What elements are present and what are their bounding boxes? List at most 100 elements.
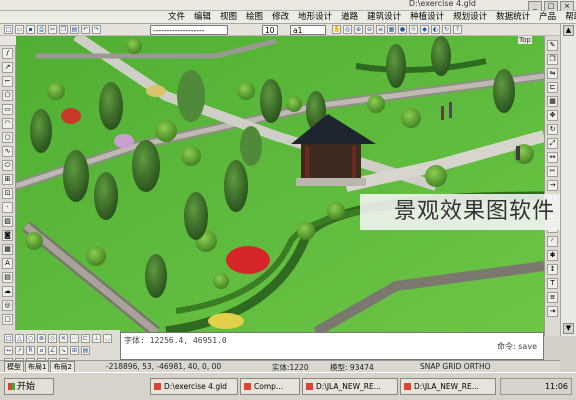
redo-icon[interactable]: ↷ xyxy=(92,25,101,34)
donut-icon[interactable]: ◎ xyxy=(2,300,13,311)
cut-icon[interactable]: ✂ xyxy=(48,25,57,34)
taskbar-item-exercise[interactable]: D:\exercise 4.gld xyxy=(150,378,238,395)
point-icon[interactable]: · xyxy=(2,202,13,213)
menu-modify[interactable]: 修改 xyxy=(272,11,289,24)
text-icon[interactable]: A xyxy=(2,258,13,269)
menu-road[interactable]: 道路 xyxy=(341,11,358,24)
copy-icon[interactable]: ❐ xyxy=(59,25,68,34)
menu-file[interactable]: 文件 xyxy=(168,11,185,24)
extend-icon[interactable]: → xyxy=(547,180,558,191)
pan-icon[interactable]: ✋ xyxy=(332,25,341,34)
snap-node-icon[interactable]: ⊗ xyxy=(37,334,46,343)
wipeout-icon[interactable]: ▢ xyxy=(2,314,13,325)
stretch-icon[interactable]: ↔ xyxy=(547,152,558,163)
vertical-scrollbar[interactable]: ▲ ▼ xyxy=(560,24,576,336)
menu-edit[interactable]: 编辑 xyxy=(194,11,211,24)
color-select[interactable]: 10 xyxy=(262,25,278,35)
menu-products[interactable]: 产品 xyxy=(539,11,556,24)
fillet-icon[interactable]: ◜ xyxy=(547,236,558,247)
rectangle-icon[interactable]: ▭ xyxy=(2,104,13,115)
dim-aligned-icon[interactable]: ↗ xyxy=(15,346,24,355)
drawing-viewport[interactable] xyxy=(16,36,544,332)
zoom-previous-icon[interactable]: ⊖ xyxy=(365,25,374,34)
menu-statistics[interactable]: 数据统计 xyxy=(496,11,530,24)
drafting-toggles[interactable]: SNAP GRID ORTHO xyxy=(420,362,491,371)
arc-icon[interactable]: ◠ xyxy=(2,118,13,129)
revision-cloud-icon[interactable]: ☁ xyxy=(2,286,13,297)
scroll-down-icon[interactable]: ▼ xyxy=(563,323,574,334)
dim-radius-icon[interactable]: R xyxy=(26,346,35,355)
line-icon[interactable]: / xyxy=(2,48,13,59)
erase-icon[interactable]: ✎ xyxy=(547,40,558,51)
render-icon[interactable]: ● xyxy=(398,25,407,34)
open-file-icon[interactable]: ▭ xyxy=(15,25,24,34)
text-edit-icon[interactable]: T xyxy=(547,278,558,289)
taskbar-item-jla-1[interactable]: D:\JLA_NEW_RE... xyxy=(302,378,398,395)
command-window[interactable]: 字体: 12256.4, 46951.0 命令: save xyxy=(120,332,544,360)
tolerance-icon[interactable]: ⊞ xyxy=(70,346,79,355)
menu-terrain[interactable]: 地形设计 xyxy=(298,11,332,24)
zoom-realtime-icon[interactable]: ◎ xyxy=(343,25,352,34)
circle-icon[interactable]: ○ xyxy=(2,132,13,143)
start-button[interactable]: 开始 xyxy=(4,378,54,395)
print-icon[interactable]: ⎙ xyxy=(37,25,46,34)
ellipse-icon[interactable]: ⬭ xyxy=(2,160,13,171)
menu-planting[interactable]: 种植设计 xyxy=(410,11,444,24)
dimension-icon[interactable]: ↕ xyxy=(547,264,558,275)
dim-style-icon[interactable]: ▤ xyxy=(81,346,90,355)
hatch-icon[interactable]: ▨ xyxy=(2,216,13,227)
menu-building[interactable]: 建筑设计 xyxy=(367,11,401,24)
snap-center-icon[interactable]: ○ xyxy=(26,334,35,343)
layer-select[interactable]: ------------------- xyxy=(150,25,228,35)
explode-icon[interactable]: ✱ xyxy=(547,250,558,261)
dim-angular-icon[interactable]: ∠ xyxy=(48,346,57,355)
make-block-icon[interactable]: ⊡ xyxy=(2,188,13,199)
taskbar-item-computer[interactable]: Comp... xyxy=(240,378,300,395)
insert-block-icon[interactable]: ⊞ xyxy=(2,174,13,185)
snap-insertion-icon[interactable]: ⊏ xyxy=(81,334,90,343)
light-icon[interactable]: ☼ xyxy=(409,25,418,34)
gradient-icon[interactable]: ▤ xyxy=(2,272,13,283)
material-icon[interactable]: ◆ xyxy=(420,25,429,34)
copy-object-icon[interactable]: ❐ xyxy=(547,54,558,65)
trim-icon[interactable]: ✂ xyxy=(547,166,558,177)
menu-draw[interactable]: 绘图 xyxy=(246,11,263,24)
snap-endpoint-icon[interactable]: □ xyxy=(4,334,13,343)
snap-intersection-icon[interactable]: ✕ xyxy=(59,334,68,343)
lengthen-icon[interactable]: ⇥ xyxy=(547,306,558,317)
menu-view[interactable]: 视图 xyxy=(220,11,237,24)
save-icon[interactable]: ▪ xyxy=(26,25,35,34)
leader-icon[interactable]: ↘ xyxy=(59,346,68,355)
scale-icon[interactable]: ⤢ xyxy=(547,138,558,149)
construction-line-icon[interactable]: ↗ xyxy=(2,62,13,73)
taskbar-item-jla-2[interactable]: D:\JLA_NEW_RE... xyxy=(400,378,496,395)
table-icon[interactable]: ▦ xyxy=(2,244,13,255)
zoom-window-icon[interactable]: ⊕ xyxy=(354,25,363,34)
linetype-select[interactable]: a1 xyxy=(290,25,326,35)
polygon-icon[interactable]: ⬠ xyxy=(2,90,13,101)
rotate-icon[interactable]: ↻ xyxy=(547,124,558,135)
dim-linear-icon[interactable]: ↔ xyxy=(4,346,13,355)
design-center-icon[interactable]: ▦ xyxy=(387,25,396,34)
snap-quadrant-icon[interactable]: ◇ xyxy=(48,334,57,343)
menu-help[interactable]: 帮助 xyxy=(565,11,576,24)
scroll-up-icon[interactable]: ▲ xyxy=(563,25,574,36)
array-icon[interactable]: ▦ xyxy=(547,96,558,107)
spline-icon[interactable]: ∿ xyxy=(2,146,13,157)
snap-midpoint-icon[interactable]: △ xyxy=(15,334,24,343)
properties-icon[interactable]: ≡ xyxy=(376,25,385,34)
mirror-icon[interactable]: ⇋ xyxy=(547,68,558,79)
help-icon[interactable]: ? xyxy=(453,25,462,34)
new-file-icon[interactable]: □ xyxy=(4,25,13,34)
move-icon[interactable]: ✥ xyxy=(547,110,558,121)
dim-diameter-icon[interactable]: ⌀ xyxy=(37,346,46,355)
paste-icon[interactable]: ▤ xyxy=(70,25,79,34)
camera-icon[interactable]: ◐ xyxy=(431,25,440,34)
undo-icon[interactable]: ↶ xyxy=(81,25,90,34)
polyline-icon[interactable]: ⌐ xyxy=(2,76,13,87)
region-icon[interactable]: ◙ xyxy=(2,230,13,241)
orbit-icon[interactable]: ↻ xyxy=(442,25,451,34)
snap-extension-icon[interactable]: ⋯ xyxy=(70,334,79,343)
align-icon[interactable]: ≡ xyxy=(547,292,558,303)
snap-perpendicular-icon[interactable]: ⊥ xyxy=(92,334,101,343)
